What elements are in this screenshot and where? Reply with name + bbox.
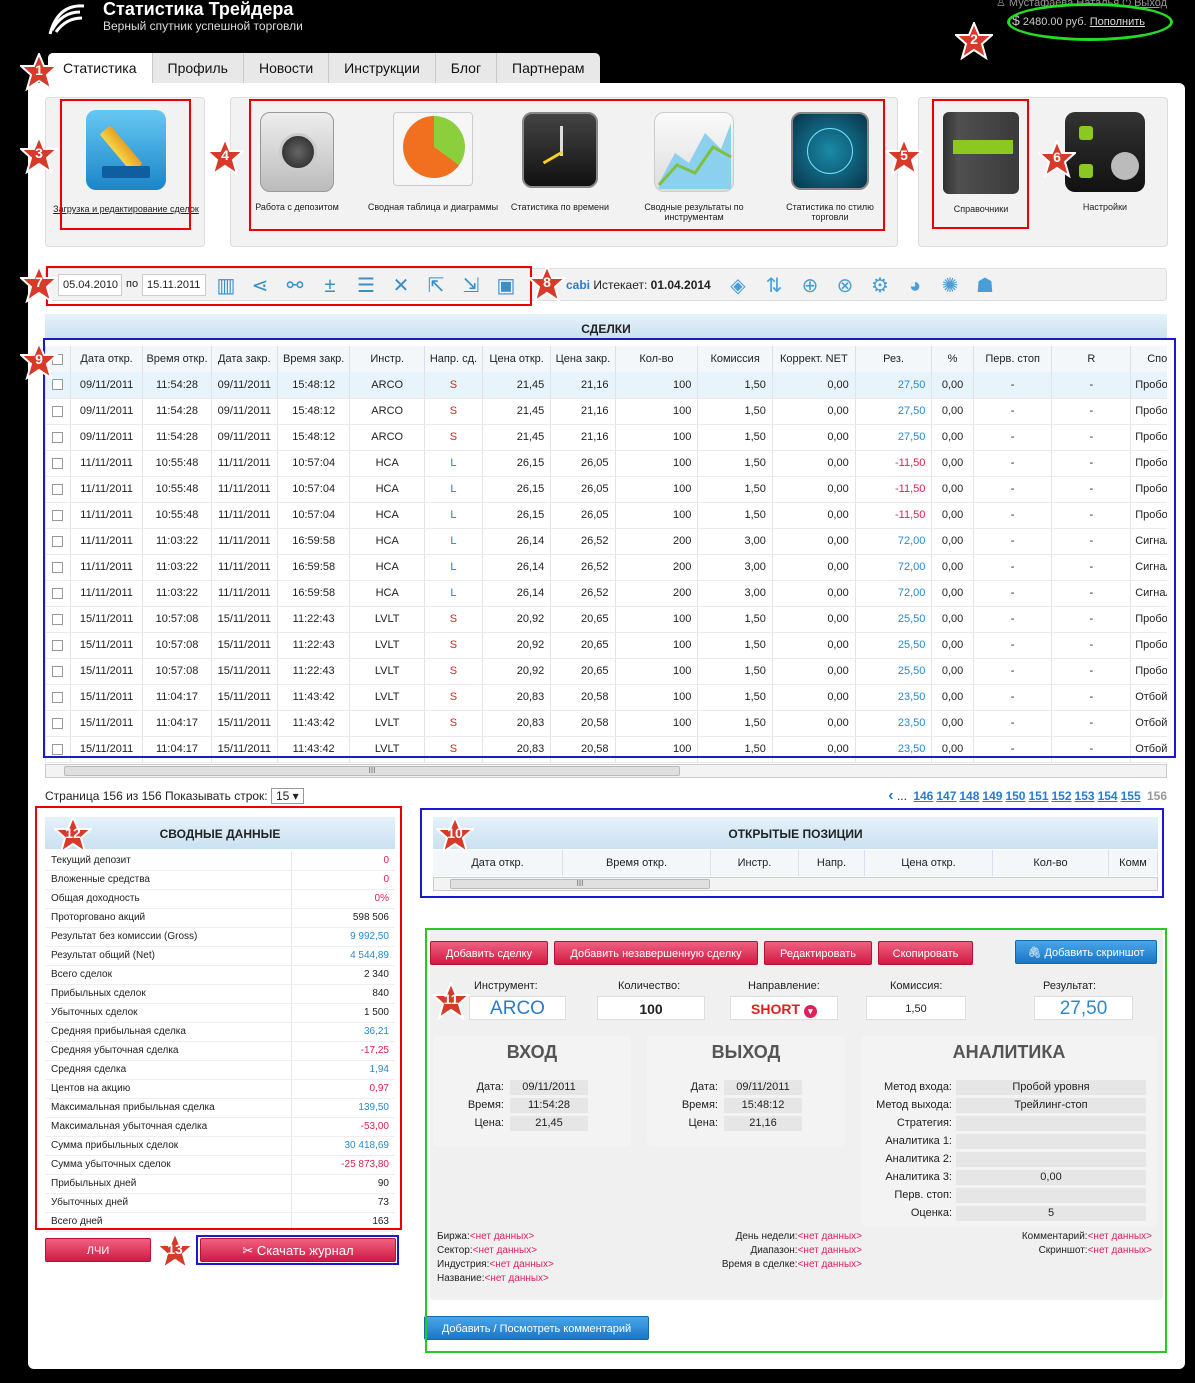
tab-instructions[interactable]: Инструкции [328, 53, 435, 83]
rows-select[interactable]: 15 ▾ [270, 788, 304, 804]
marker-star: 4 [206, 138, 244, 176]
rows-label: Показывать строк: [164, 789, 268, 803]
marker-star: 2 [955, 22, 993, 60]
highlight-box-4 [249, 99, 885, 231]
tab-blog[interactable]: Блог [434, 53, 496, 83]
user-icon: ♙ [995, 0, 1006, 9]
marker-star: 9 [20, 342, 58, 380]
tab-profile[interactable]: Профиль [151, 53, 243, 83]
marker-star: 13 [156, 1232, 194, 1270]
prev-page-icon[interactable]: ‹ [888, 787, 893, 804]
highlight-box-9 [43, 338, 1176, 758]
tab-partners[interactable]: Партнерам [496, 53, 599, 83]
page-link[interactable]: 148 [959, 789, 979, 803]
users-icon[interactable]: ☗ [973, 274, 997, 298]
highlight-box-5 [932, 99, 1029, 229]
tag-icon[interactable]: ◈ [726, 274, 750, 298]
highlight-box-3 [60, 99, 191, 230]
highlight-box-13 [196, 1235, 399, 1265]
page-link[interactable]: 146 [913, 789, 933, 803]
marker-star: 10 [436, 816, 474, 854]
page-current: 156 [1146, 789, 1167, 803]
main-tabs: Статистика Профиль Новости Инструкции Бл… [48, 53, 600, 83]
page-link[interactable]: 151 [1028, 789, 1048, 803]
expires-label: Истекает: [593, 278, 648, 292]
marker-star: 11 [432, 982, 470, 1020]
page-link[interactable]: 154 [1098, 789, 1118, 803]
marker-star: 6 [1038, 140, 1076, 178]
app-title: Статистика Трейдера [103, 0, 294, 19]
marker-star: 7 [20, 265, 58, 303]
lchi-button[interactable]: ЛЧИ [45, 1238, 151, 1262]
cog-icon[interactable]: ✺ [938, 274, 962, 298]
expires-date: 01.04.2014 [650, 278, 711, 292]
tab-news[interactable]: Новости [242, 53, 328, 83]
page-link[interactable]: 152 [1052, 789, 1072, 803]
page-link[interactable]: 149 [982, 789, 1002, 803]
sort-icon[interactable]: ⇅ [762, 274, 786, 298]
page-link[interactable]: 147 [936, 789, 956, 803]
highlight-box-11 [425, 928, 1167, 1353]
balance-highlight [1007, 3, 1173, 41]
tab-statistics[interactable]: Статистика [48, 53, 152, 83]
gear-icon[interactable]: ⚙ [868, 274, 892, 298]
highlight-box-10 [420, 808, 1164, 898]
deals-hscroll[interactable]: III [45, 764, 1167, 778]
deals-title: СДЕЛКИ [45, 314, 1167, 340]
logo [44, 0, 94, 40]
pie-icon[interactable]: ◕ [903, 274, 927, 298]
marker-star: 3 [20, 136, 58, 174]
settings-icon [1065, 112, 1145, 192]
add-circle-icon[interactable]: ⊕ [798, 274, 822, 298]
marker-star: 1 [20, 53, 58, 91]
remove-circle-icon[interactable]: ⊗ [833, 274, 857, 298]
highlight-box-12 [35, 806, 402, 1230]
marker-star: 5 [885, 138, 923, 176]
pager-page-info: Страница 156 из 156 [45, 789, 162, 803]
marker-star: 12 [54, 816, 92, 854]
page-link[interactable]: 155 [1121, 789, 1141, 803]
page-link[interactable]: 153 [1075, 789, 1095, 803]
page-link[interactable]: 150 [1005, 789, 1025, 803]
highlight-box-7 [46, 266, 532, 306]
pagination: ‹ ... 146 147 148 149 150 151 152 153 154 155 156 [888, 787, 1167, 804]
marker-star: 8 [528, 265, 566, 303]
app-subtitle: Верный спутник успешной торговли [103, 19, 303, 33]
pager-info: Страница 156 из 156 Показывать строк: 15… [45, 788, 304, 804]
account-name[interactable]: cabi [566, 278, 590, 292]
account-info: cabi Истекает: 01.04.2014 [566, 278, 711, 292]
